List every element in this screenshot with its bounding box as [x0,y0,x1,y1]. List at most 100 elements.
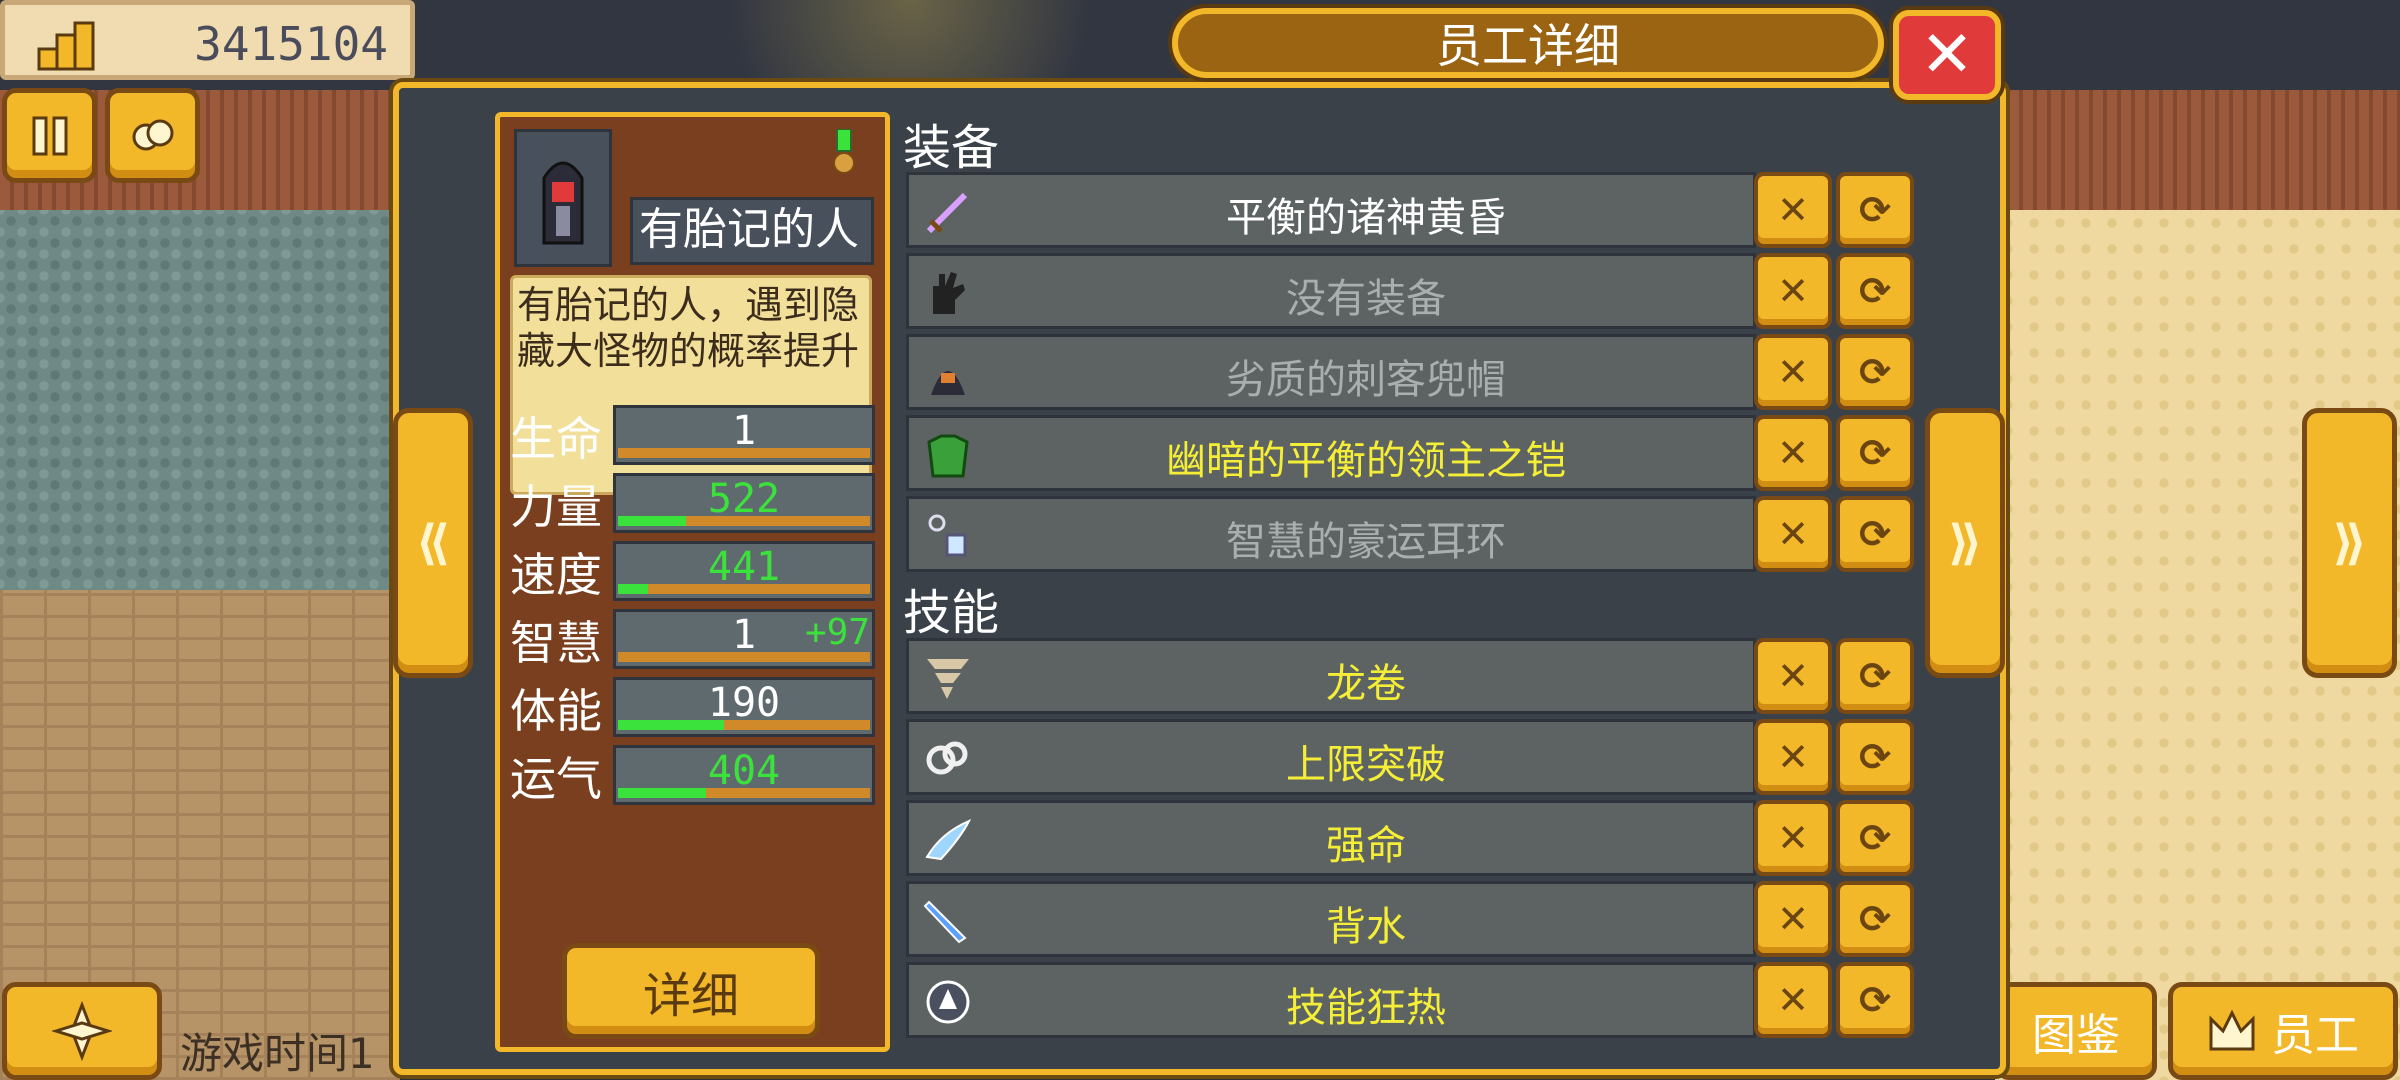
stat-progress-track [618,584,870,594]
stat-progress-track [618,720,870,730]
orb-icon [926,980,970,1024]
pause-button[interactable] [2,88,97,183]
remove-button[interactable]: ✕ [1754,881,1832,957]
remove-icon: ✕ [1777,816,1809,860]
stat-progress-fill [618,788,707,798]
stat-progress-track [618,788,870,798]
earring-icon [928,514,967,557]
character-name[interactable]: 有胎记的人 [630,197,874,265]
money-bar: 3415104 [0,0,415,80]
stat-row: 智慧 1 +97 [510,607,880,671]
skills-title: 技能 [903,585,1000,641]
remove-button[interactable]: ✕ [1754,172,1832,248]
replace-button[interactable]: ⟳ [1836,719,1914,795]
replace-icon: ⟳ [1859,269,1891,313]
equipment-slot[interactable]: 智慧的豪运耳环 [906,496,1756,572]
chevrons-right-icon: ⟫ [1947,515,1983,571]
replace-icon: ⟳ [1859,978,1891,1022]
replace-button[interactable]: ⟳ [1836,334,1914,410]
replace-icon: ⟳ [1859,431,1891,475]
compass-button[interactable] [2,982,162,1080]
replace-button[interactable]: ⟳ [1836,496,1914,572]
skill-row: 技能狂热 ✕ ⟳ [906,962,1916,1038]
medal-icon [833,129,855,174]
glove-icon [933,272,965,314]
character-portrait [514,129,612,267]
replace-button[interactable]: ⟳ [1836,638,1914,714]
chevrons-left-icon: ⟪ [415,515,451,571]
equipment-slot[interactable]: 平衡的诸神黄昏 [906,172,1756,248]
stat-label: 体能 [510,684,602,738]
equipment-slot[interactable]: 幽暗的平衡的领主之铠 [906,415,1756,491]
remove-icon: ✕ [1777,431,1809,475]
stat-progress-track [618,652,870,662]
remove-icon: ✕ [1777,654,1809,698]
replace-button[interactable]: ⟳ [1836,172,1914,248]
skill-name: 背水 [1326,904,1406,950]
stat-row: 生命 1 [510,403,880,467]
next-page-arrow[interactable]: ⟫ [2302,408,2397,678]
detail-button[interactable]: 详细 [562,943,820,1039]
equipment-name: 平衡的诸神黄昏 [1226,195,1506,241]
replace-icon: ⟳ [1859,735,1891,779]
stat-progress-fill [618,720,724,730]
swap-button[interactable] [105,88,200,183]
replace-icon: ⟳ [1859,512,1891,556]
skill-slot[interactable]: 背水 [906,881,1756,957]
remove-icon: ✕ [1777,735,1809,779]
tab-staff[interactable]: 员工 [2168,982,2398,1080]
hood-icon [931,371,965,395]
remove-button[interactable]: ✕ [1754,334,1832,410]
remove-button[interactable]: ✕ [1754,719,1832,795]
replace-icon: ⟳ [1859,350,1891,394]
replace-button[interactable]: ⟳ [1836,881,1914,957]
skill-name: 强命 [1326,823,1406,869]
stat-bonus: +97 [804,612,870,653]
equipment-slot[interactable]: 没有装备 [906,253,1756,329]
stat-row: 力量 522 [510,471,880,535]
next-staff-arrow[interactable]: ⟫ [1925,408,2005,678]
stat-progress-track [618,448,870,458]
tab-codex[interactable]: 图鉴 [1995,982,2157,1080]
assassin-figure-icon [542,161,584,245]
stat-progress-fill [618,516,687,526]
equipment-name: 没有装备 [1286,276,1446,322]
replace-icon: ⟳ [1859,816,1891,860]
stat-row: 速度 441 [510,539,880,603]
close-button[interactable]: ✕ [1893,10,2001,100]
stat-bar: 522 [613,473,875,533]
replace-button[interactable]: ⟳ [1836,415,1914,491]
compass-icon [52,1001,112,1061]
remove-button[interactable]: ✕ [1754,253,1832,329]
replace-button[interactable]: ⟳ [1836,253,1914,329]
remove-button[interactable]: ✕ [1754,496,1832,572]
equipment-slot[interactable]: 劣质的刺客兜帽 [906,334,1756,410]
equipment-name: 智慧的豪运耳环 [1226,519,1506,565]
close-icon: ✕ [1920,18,1974,92]
skill-row: 背水 ✕ ⟳ [906,881,1916,957]
stat-label: 生命 [510,412,602,466]
equipment-title: 装备 [903,120,1000,176]
skill-name: 技能狂热 [1286,985,1446,1031]
prev-staff-arrow[interactable]: ⟪ [393,408,473,678]
skill-slot[interactable]: 龙卷 [906,638,1756,714]
skill-slot[interactable]: 技能狂热 [906,962,1756,1038]
skill-name: 龙卷 [1326,661,1406,707]
equipment-name: 劣质的刺客兜帽 [1226,357,1506,403]
remove-button[interactable]: ✕ [1754,962,1832,1038]
stat-row: 体能 190 [510,675,880,739]
remove-button[interactable]: ✕ [1754,638,1832,714]
skill-slot[interactable]: 上限突破 [906,719,1756,795]
remove-button[interactable]: ✕ [1754,415,1832,491]
skill-slot[interactable]: 强命 [906,800,1756,876]
remove-icon: ✕ [1777,512,1809,556]
replace-icon: ⟳ [1859,654,1891,698]
equipment-row: 劣质的刺客兜帽 ✕ ⟳ [906,334,1916,410]
equipment-row: 幽暗的平衡的领主之铠 ✕ ⟳ [906,415,1916,491]
stone-floor [0,210,400,590]
replace-button[interactable]: ⟳ [1836,800,1914,876]
stat-label: 智慧 [510,616,602,670]
remove-button[interactable]: ✕ [1754,800,1832,876]
skill-name: 上限突破 [1286,742,1446,788]
replace-button[interactable]: ⟳ [1836,962,1914,1038]
